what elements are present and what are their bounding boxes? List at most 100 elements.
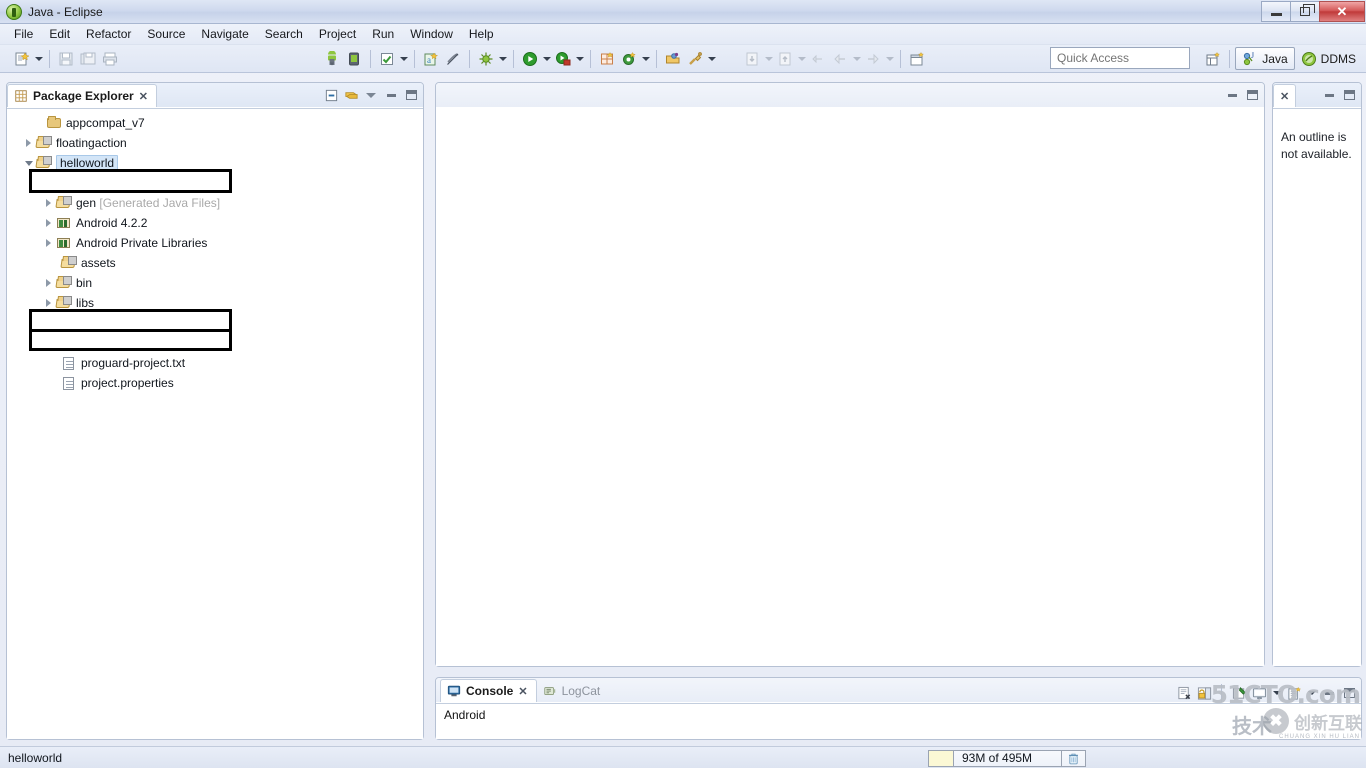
new-java-package-icon[interactable] (596, 48, 618, 70)
next-annotation-icon (741, 48, 763, 70)
project-tree[interactable]: appcompat_v7 floatingaction helloworld s… (7, 108, 423, 739)
tree-item-floatingaction[interactable]: floatingaction (7, 133, 423, 153)
menu-refactor[interactable]: Refactor (78, 25, 139, 43)
tree-item-android-422[interactable]: Android 4.2.2 (7, 213, 423, 233)
chevron-right-icon[interactable] (43, 218, 54, 229)
android-sdk-manager-icon[interactable] (321, 48, 343, 70)
quick-access-input[interactable] (1050, 47, 1190, 69)
outline-view-tools (1321, 87, 1357, 103)
menu-project[interactable]: Project (311, 25, 364, 43)
new-wizard-icon[interactable] (11, 48, 33, 70)
menu-search[interactable]: Search (257, 25, 311, 43)
console-body[interactable]: Android (436, 703, 1361, 750)
java-project-icon (35, 135, 52, 151)
coverage-icon[interactable] (552, 48, 574, 70)
minimize-button[interactable] (1261, 1, 1290, 22)
minimize-icon[interactable] (1321, 685, 1337, 701)
open-console-dropdown[interactable] (1306, 682, 1317, 704)
run-dropdown[interactable] (541, 48, 552, 70)
coverage-dropdown[interactable] (574, 48, 585, 70)
maximize-icon[interactable] (1341, 87, 1357, 103)
restore-button[interactable] (1290, 1, 1319, 22)
minimize-icon[interactable] (1321, 87, 1337, 103)
status-text: helloworld (8, 750, 63, 765)
search-dropdown[interactable] (706, 48, 717, 70)
maximize-icon[interactable] (1341, 685, 1357, 701)
menu-source[interactable]: Source (139, 25, 193, 43)
new-java-class-dropdown[interactable] (640, 48, 651, 70)
next-annotation-dropdown (763, 48, 774, 70)
perspective-ddms[interactable]: DDMS (1295, 47, 1362, 70)
tab-package-explorer[interactable]: Package Explorer ✕ (7, 84, 157, 107)
debug-dropdown[interactable] (497, 48, 508, 70)
link-with-editor-icon[interactable] (343, 87, 359, 103)
tree-item-bin[interactable]: bin (7, 273, 423, 293)
close-icon[interactable]: ✕ (518, 685, 527, 698)
tree-item-appcompat-v7[interactable]: appcompat_v7 (7, 113, 423, 133)
minimize-icon[interactable] (383, 87, 399, 103)
tab-logcat[interactable]: LogCat (537, 679, 609, 702)
menu-window[interactable]: Window (402, 25, 461, 43)
menu-run[interactable]: Run (364, 25, 402, 43)
chevron-right-icon[interactable] (43, 278, 54, 289)
tab-package-explorer-label: Package Explorer (33, 89, 134, 103)
run-gc-button[interactable] (1062, 750, 1086, 767)
last-edit-location-icon (807, 48, 829, 70)
tab-console[interactable]: Console ✕ (440, 679, 537, 702)
tab-outline[interactable]: ✕ (1273, 84, 1297, 107)
new-android-project-icon[interactable]: a (420, 48, 442, 70)
open-type-icon[interactable] (662, 48, 684, 70)
tree-item-project-properties[interactable]: project.properties (7, 373, 423, 393)
scroll-lock-icon[interactable] (1196, 685, 1212, 701)
check-dropdown[interactable] (398, 48, 409, 70)
android-avd-manager-icon[interactable] (343, 48, 365, 70)
chevron-down-icon[interactable] (23, 158, 34, 169)
title-bar: Java - Eclipse ✕ (0, 0, 1366, 24)
search-icon[interactable] (684, 48, 706, 70)
chevron-right-icon[interactable] (43, 198, 54, 209)
editor-empty-body[interactable] (436, 107, 1264, 666)
chevron-right-icon[interactable] (23, 138, 34, 149)
view-menu-icon[interactable] (363, 87, 379, 103)
collapse-all-icon[interactable] (323, 87, 339, 103)
perspective-java[interactable]: J Java (1235, 47, 1295, 70)
new-wizard-dropdown[interactable] (33, 48, 44, 70)
debug-icon[interactable] (475, 48, 497, 70)
tree-item-label: appcompat_v7 (66, 116, 145, 130)
save-icon (55, 48, 77, 70)
open-perspective-icon[interactable] (1202, 48, 1224, 70)
tree-item-android-private-libraries[interactable]: Android Private Libraries (7, 233, 423, 253)
twisty-none (33, 118, 44, 129)
display-selected-console-icon[interactable] (1251, 685, 1267, 701)
tab-logcat-label: LogCat (561, 683, 601, 698)
pin-console-icon[interactable] (1231, 685, 1247, 701)
open-console-icon[interactable] (1286, 685, 1302, 701)
new-window-icon[interactable] (906, 48, 928, 70)
chevron-right-icon[interactable] (43, 298, 54, 309)
text-file-icon (61, 355, 77, 371)
chevron-right-icon[interactable] (43, 238, 54, 249)
minimize-icon[interactable] (1224, 87, 1240, 103)
menu-file[interactable]: File (6, 25, 41, 43)
folder-open-icon (60, 255, 77, 271)
menu-navigate[interactable]: Navigate (193, 25, 256, 43)
tree-item-assets[interactable]: assets (7, 253, 423, 273)
maximize-icon[interactable] (1244, 87, 1260, 103)
library-icon (56, 215, 72, 231)
display-selected-dropdown[interactable] (1271, 682, 1282, 704)
close-button[interactable]: ✕ (1319, 1, 1365, 22)
tree-item-proguard-project-txt[interactable]: proguard-project.txt (7, 353, 423, 373)
new-java-class-icon[interactable] (618, 48, 640, 70)
check-icon[interactable] (376, 48, 398, 70)
close-icon[interactable]: ✕ (139, 90, 148, 103)
tree-item-gen[interactable]: gen [Generated Java Files] (7, 193, 423, 213)
maximize-icon[interactable] (403, 87, 419, 103)
close-icon[interactable]: ✕ (1280, 90, 1289, 103)
run-icon[interactable] (519, 48, 541, 70)
clear-console-icon[interactable] (1176, 685, 1192, 701)
print-icon (99, 48, 121, 70)
status-bar: helloworld 93M of 495M (0, 746, 1366, 768)
menu-help[interactable]: Help (461, 25, 502, 43)
heap-status: 93M of 495M (928, 750, 1086, 767)
menu-edit[interactable]: Edit (41, 25, 78, 43)
